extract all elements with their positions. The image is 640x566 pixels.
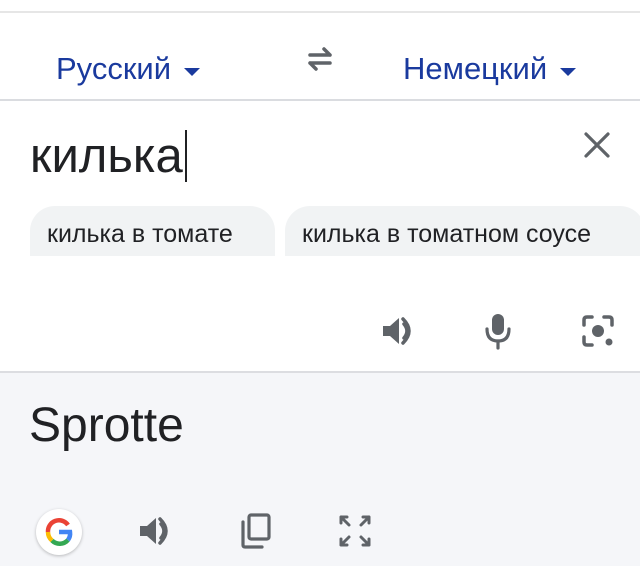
target-language-label: Немецкий [403,51,548,86]
suggestion-chip[interactable]: килька в томате [30,206,275,256]
source-text-input[interactable]: килька [30,128,187,184]
dropdown-caret-icon [560,68,577,76]
fullscreen-icon [339,515,371,547]
swap-arrows-icon [308,47,332,71]
text-cursor [184,130,187,182]
voice-input-button[interactable] [478,311,518,351]
microphone-icon [485,314,511,350]
speaker-icon [140,517,168,545]
swap-languages-button[interactable] [300,39,340,79]
clear-input-button[interactable] [580,128,614,162]
language-bar-divider [0,99,640,101]
source-language-label: Русский [56,51,172,86]
translation-output-panel: Sprotte [0,371,640,566]
google-logo-icon [45,518,73,546]
source-text: килька [30,129,183,183]
copy-icon [241,513,271,549]
listen-source-button[interactable] [379,311,419,351]
camera-input-button[interactable] [578,311,618,351]
close-icon [584,132,610,158]
fullscreen-button[interactable] [335,511,375,551]
listen-translation-button[interactable] [136,511,176,551]
suggestion-chip[interactable]: килька в томатном соусе [285,206,640,256]
target-language-selector[interactable]: Немецкий [403,49,577,89]
dropdown-caret-icon [184,68,201,76]
speaker-icon [383,317,411,345]
camera-icon [582,315,614,347]
google-search-button[interactable] [36,509,82,555]
translated-text: Sprotte [29,399,184,452]
source-language-selector[interactable]: Русский [56,49,201,89]
copy-translation-button[interactable] [236,511,276,551]
language-bar: Русский Немецкий [0,13,640,99]
